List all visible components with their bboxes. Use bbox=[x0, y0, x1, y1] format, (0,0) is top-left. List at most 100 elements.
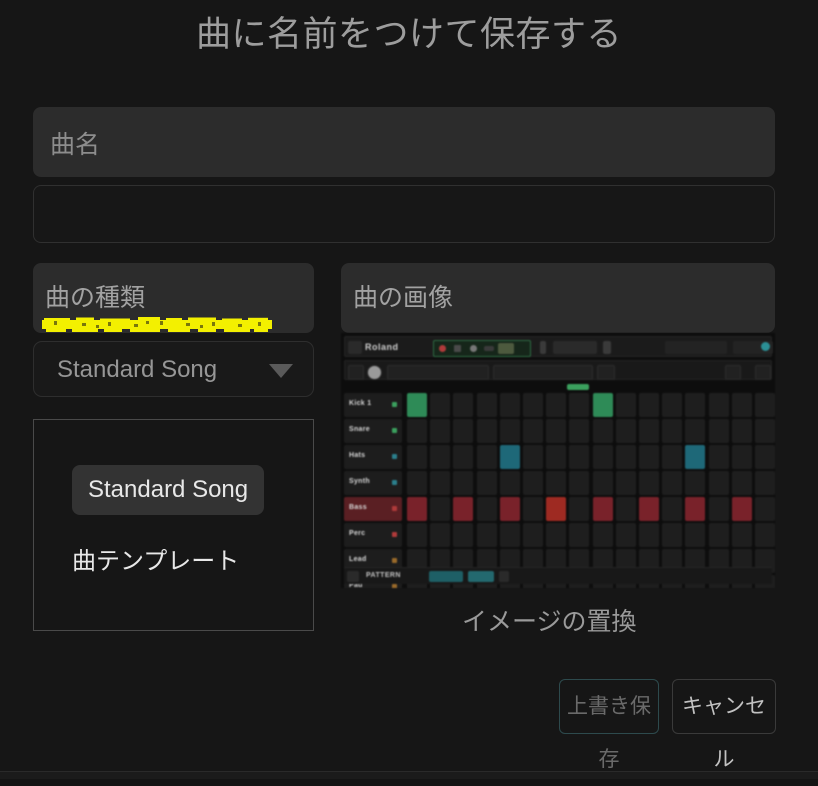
sequencer-step-cell[interactable] bbox=[708, 471, 729, 495]
sequencer-step-cell[interactable] bbox=[430, 419, 451, 443]
sequencer-step-cell[interactable] bbox=[430, 471, 451, 495]
sequencer-step-cell[interactable] bbox=[499, 471, 520, 495]
sequencer-step-cell[interactable] bbox=[592, 393, 613, 417]
sequencer-step-cell[interactable] bbox=[755, 419, 775, 443]
sequencer-step-cell[interactable] bbox=[476, 445, 497, 469]
sequencer-row-label[interactable]: Bass bbox=[344, 497, 402, 521]
sequencer-step-cell[interactable] bbox=[407, 393, 427, 417]
sequencer-step-cell[interactable] bbox=[639, 497, 659, 521]
sequencer-step-cell[interactable] bbox=[546, 419, 567, 443]
sequencer-step-cell[interactable] bbox=[476, 497, 497, 521]
sequencer-row[interactable]: Snare bbox=[344, 419, 775, 445]
sequencer-step-cell[interactable] bbox=[731, 471, 752, 495]
sequencer-step-cell[interactable] bbox=[453, 497, 474, 521]
sequencer-row[interactable]: Perc bbox=[344, 523, 775, 549]
secondary-input[interactable] bbox=[33, 185, 775, 243]
sequencer-step-cell[interactable] bbox=[662, 471, 683, 495]
sequencer-step-cell[interactable] bbox=[615, 471, 636, 495]
sequencer-step-cell[interactable] bbox=[569, 419, 590, 443]
sequencer-step-cell[interactable] bbox=[407, 497, 427, 521]
sequencer-step-cell[interactable] bbox=[453, 471, 474, 495]
sequencer-step-cell[interactable] bbox=[523, 393, 543, 417]
sequencer-step-cell[interactable] bbox=[569, 471, 590, 495]
sequencer-step-cell[interactable] bbox=[546, 497, 567, 521]
sequencer-step-cell[interactable] bbox=[731, 445, 752, 469]
sequencer-step-cell[interactable] bbox=[615, 523, 636, 547]
sequencer-step-cell[interactable] bbox=[523, 471, 543, 495]
sequencer-step-cell[interactable] bbox=[685, 445, 706, 469]
sequencer-step-cell[interactable] bbox=[755, 393, 775, 417]
sequencer-row[interactable]: Synth bbox=[344, 471, 775, 497]
sequencer-row-label[interactable]: Perc bbox=[344, 523, 402, 547]
sequencer-step-cell[interactable] bbox=[476, 471, 497, 495]
sequencer-step-cell[interactable] bbox=[430, 497, 451, 521]
sequencer-step-cell[interactable] bbox=[546, 471, 567, 495]
sequencer-step-cell[interactable] bbox=[430, 445, 451, 469]
sequencer-step-cell[interactable] bbox=[685, 393, 706, 417]
sequencer-step-cell[interactable] bbox=[708, 497, 729, 521]
sequencer-step-cell[interactable] bbox=[755, 445, 775, 469]
sequencer-step-cell[interactable] bbox=[708, 393, 729, 417]
sequencer-step-cell[interactable] bbox=[708, 445, 729, 469]
sequencer-step-cell[interactable] bbox=[499, 445, 520, 469]
sequencer-step-cell[interactable] bbox=[499, 419, 520, 443]
sequencer-step-cell[interactable] bbox=[662, 497, 683, 521]
sequencer-step-cell[interactable] bbox=[592, 497, 613, 521]
sequencer-step-cell[interactable] bbox=[592, 471, 613, 495]
sequencer-step-cell[interactable] bbox=[569, 445, 590, 469]
sequencer-step-cell[interactable] bbox=[685, 471, 706, 495]
sequencer-step-cell[interactable] bbox=[731, 497, 752, 521]
sequencer-step-cell[interactable] bbox=[499, 497, 520, 521]
sequencer-step-cell[interactable] bbox=[569, 393, 590, 417]
sequencer-step-cell[interactable] bbox=[407, 471, 427, 495]
sequencer-step-cell[interactable] bbox=[615, 445, 636, 469]
sequencer-step-cell[interactable] bbox=[639, 523, 659, 547]
sequencer-step-cell[interactable] bbox=[407, 445, 427, 469]
sequencer-step-cell[interactable] bbox=[662, 419, 683, 443]
sequencer-row-label[interactable]: Hats bbox=[344, 445, 402, 469]
sequencer-step-cell[interactable] bbox=[430, 393, 451, 417]
sequencer-step-cell[interactable] bbox=[615, 497, 636, 521]
sequencer-step-cell[interactable] bbox=[685, 523, 706, 547]
sequencer-step-cell[interactable] bbox=[662, 393, 683, 417]
sequencer-step-cell[interactable] bbox=[685, 497, 706, 521]
sequencer-step-cell[interactable] bbox=[731, 393, 752, 417]
sequencer-step-cell[interactable] bbox=[615, 393, 636, 417]
sequencer-step-cell[interactable] bbox=[523, 523, 543, 547]
song-name-input[interactable]: 曲名 bbox=[33, 107, 775, 177]
sequencer-step-cell[interactable] bbox=[453, 523, 474, 547]
sequencer-step-cell[interactable] bbox=[499, 393, 520, 417]
sequencer-step-cell[interactable] bbox=[546, 523, 567, 547]
sequencer-step-cell[interactable] bbox=[639, 419, 659, 443]
sequencer-step-cell[interactable] bbox=[523, 419, 543, 443]
sequencer-step-cell[interactable] bbox=[662, 523, 683, 547]
sequencer-row-label[interactable]: Synth bbox=[344, 471, 402, 495]
sequencer-row-label[interactable]: Kick 1 bbox=[344, 393, 402, 417]
menu-item-standard-song[interactable]: Standard Song bbox=[72, 465, 265, 515]
sequencer-step-cell[interactable] bbox=[639, 445, 659, 469]
sequencer-step-cell[interactable] bbox=[453, 419, 474, 443]
sequencer-row[interactable]: Hats bbox=[344, 445, 775, 471]
sequencer-step-cell[interactable] bbox=[755, 497, 775, 521]
sequencer-row[interactable]: Bass bbox=[344, 497, 775, 523]
sequencer-step-cell[interactable] bbox=[685, 419, 706, 443]
sequencer-step-cell[interactable] bbox=[755, 523, 775, 547]
sequencer-row[interactable]: Kick 1 bbox=[344, 393, 775, 419]
sequencer-step-cell[interactable] bbox=[407, 419, 427, 443]
sequencer-step-cell[interactable] bbox=[569, 497, 590, 521]
sequencer-step-cell[interactable] bbox=[731, 523, 752, 547]
menu-item-song-template[interactable]: 曲テンプレート bbox=[72, 537, 255, 587]
sequencer-step-cell[interactable] bbox=[662, 445, 683, 469]
sequencer-step-cell[interactable] bbox=[592, 445, 613, 469]
sequencer-step-cell[interactable] bbox=[639, 471, 659, 495]
save-button[interactable]: 上書き保存 bbox=[559, 679, 659, 771]
sequencer-step-cell[interactable] bbox=[523, 445, 543, 469]
sequencer-step-cell[interactable] bbox=[755, 471, 775, 495]
sequencer-step-cell[interactable] bbox=[476, 393, 497, 417]
sequencer-step-cell[interactable] bbox=[476, 419, 497, 443]
sequencer-step-cell[interactable] bbox=[708, 523, 729, 547]
sequencer-step-cell[interactable] bbox=[592, 419, 613, 443]
sequencer-step-cell[interactable] bbox=[592, 523, 613, 547]
sequencer-step-cell[interactable] bbox=[407, 523, 427, 547]
sequencer-step-cell[interactable] bbox=[499, 523, 520, 547]
